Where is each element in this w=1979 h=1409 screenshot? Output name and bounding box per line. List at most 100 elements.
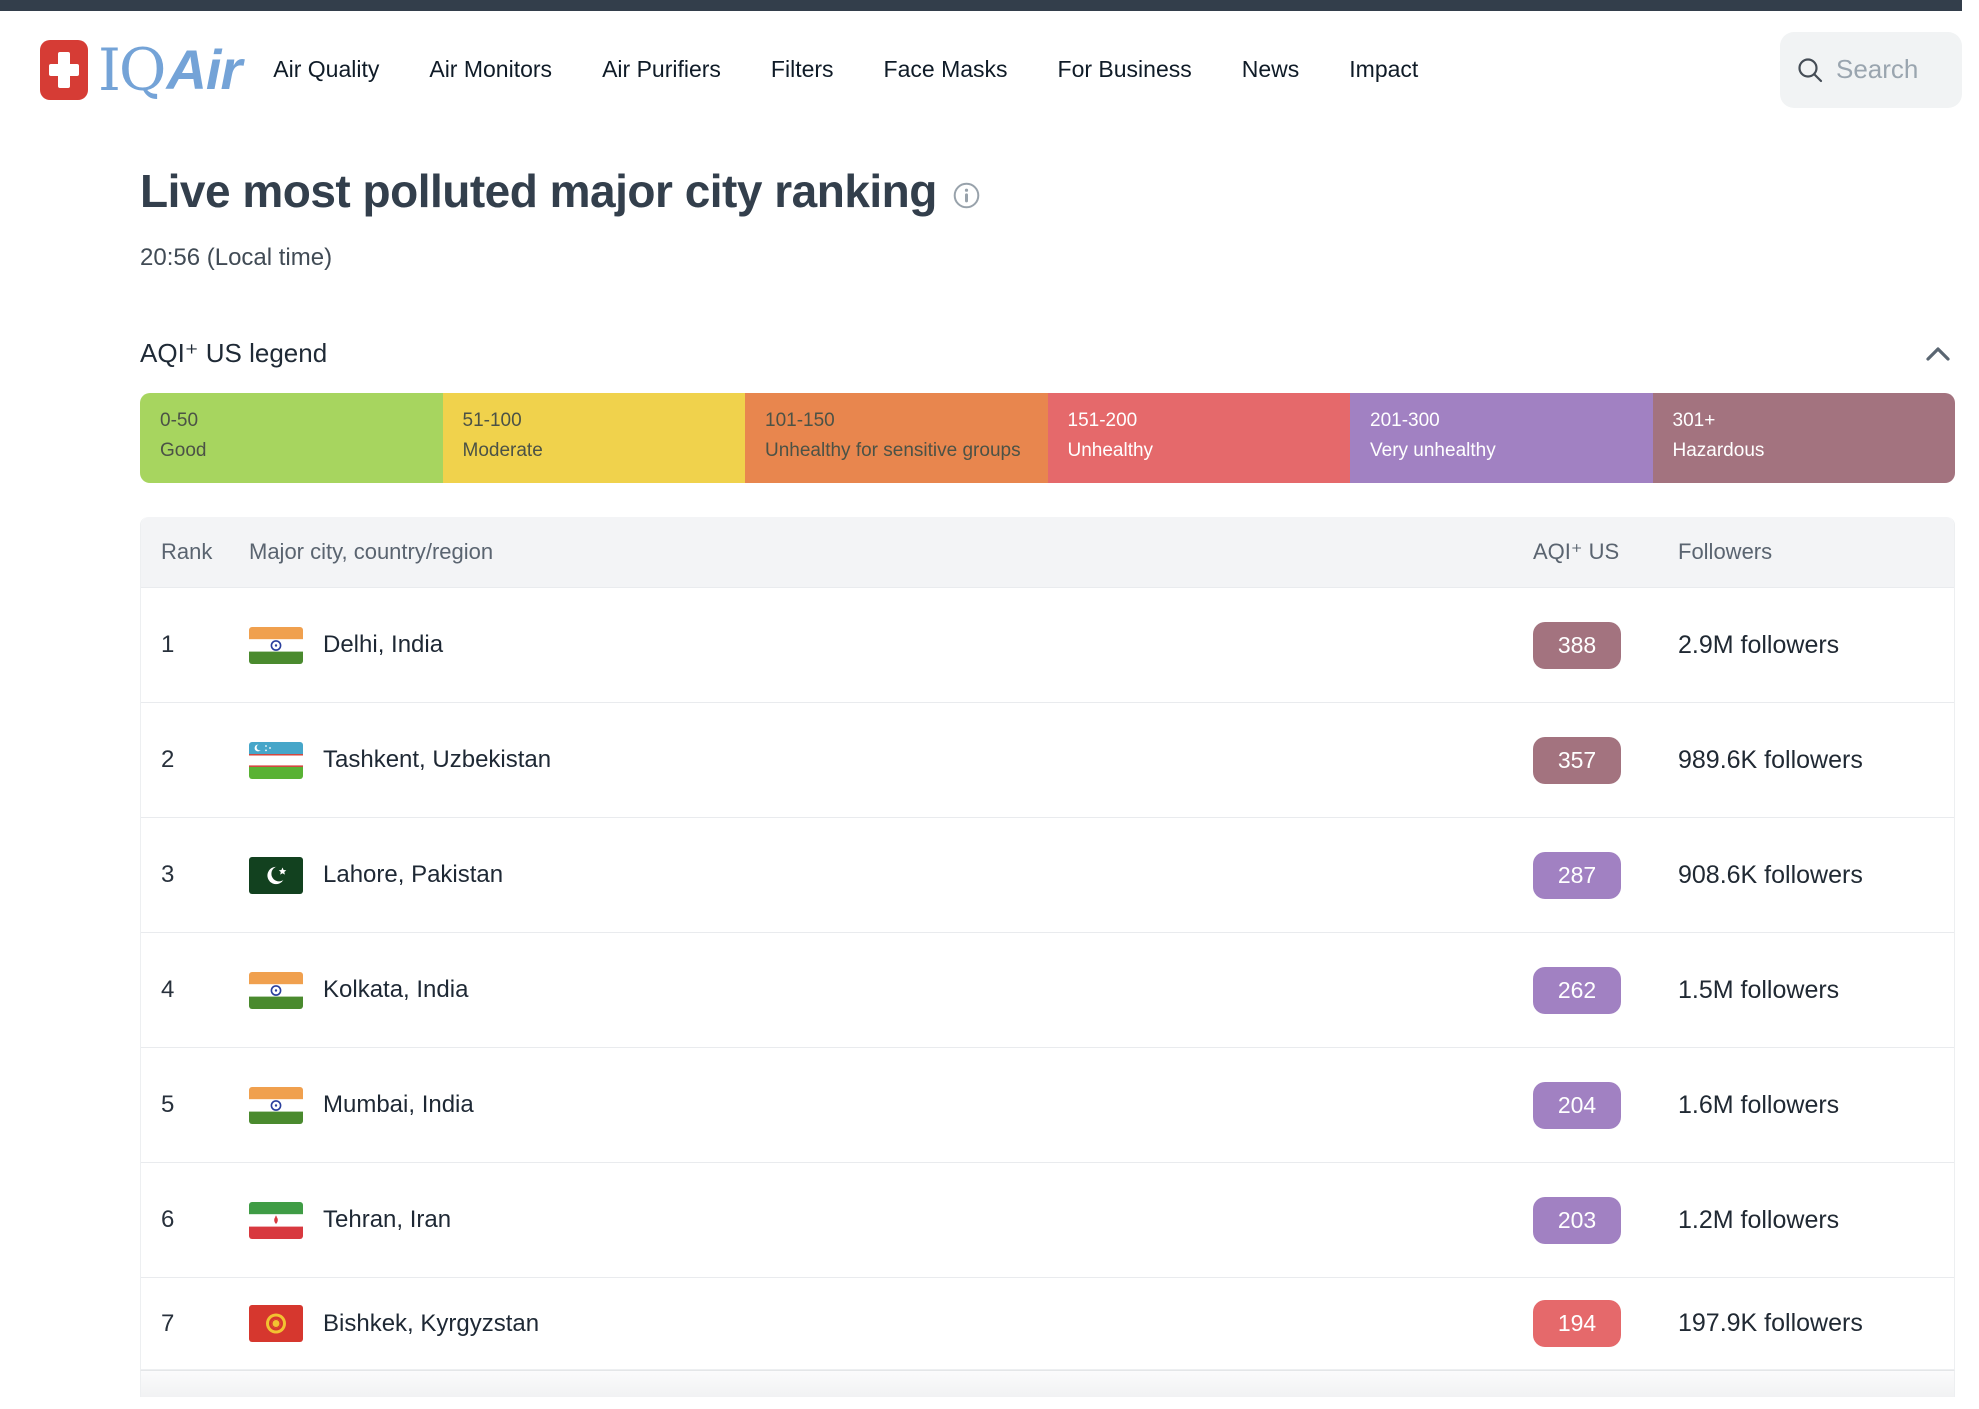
rank-cell: 7 (161, 1310, 249, 1338)
city-cell[interactable]: Mumbai, India (249, 1087, 1533, 1124)
table-row[interactable]: 3 Lahore, Pakistan 287 908.6K followers (141, 817, 1954, 932)
chevron-up-icon[interactable] (1921, 341, 1955, 367)
table-row[interactable]: 2 Tashkent, Uzbekistan 357 989.6K followers (141, 702, 1954, 817)
legend-range: 151-200 (1068, 407, 1351, 436)
legend-label: Very unhealthy (1370, 436, 1653, 465)
followers-cell: 2.9M followers (1678, 631, 1954, 660)
city-name: Tehran, Iran (323, 1206, 451, 1234)
rank-cell: 4 (161, 976, 249, 1004)
legend-range: 51-100 (463, 407, 746, 436)
table-row[interactable]: 4 Kolkata, India 262 1.5M followers (141, 932, 1954, 1047)
legend-label: Unhealthy for sensitive groups (765, 436, 1048, 465)
table-header-col-followers: Followers (1678, 539, 1954, 565)
legend-label: Moderate (463, 436, 746, 465)
search-input[interactable] (1836, 54, 1946, 85)
aqi-badge: 204 (1533, 1082, 1621, 1129)
table-header-col-aqi: AQI⁺ US (1533, 539, 1678, 565)
rank-cell: 5 (161, 1091, 249, 1119)
main-content: Live most polluted major city ranking 20… (140, 164, 1955, 1397)
table-row[interactable]: 6 Tehran, Iran 203 1.2M followers (141, 1162, 1954, 1277)
table-header: RankMajor city, country/regionAQI⁺ USFol… (141, 517, 1954, 587)
aqi-badge: 203 (1533, 1197, 1621, 1244)
nav-item-air-quality[interactable]: Air Quality (273, 56, 379, 83)
rank-cell: 1 (161, 631, 249, 659)
legend-range: 201-300 (1370, 407, 1653, 436)
legend-label: Unhealthy (1068, 436, 1351, 465)
legend-range: 0-50 (160, 407, 443, 436)
followers-cell: 197.9K followers (1678, 1309, 1954, 1338)
top-accent-bar (0, 0, 1962, 11)
city-cell[interactable]: Tashkent, Uzbekistan (249, 742, 1533, 779)
table-body: 1 Delhi, India 388 2.9M followers 2 Tashkent,… (141, 587, 1954, 1369)
legend-segment-301+: 301+Hazardous (1653, 393, 1956, 483)
table-footer-strip (140, 1370, 1955, 1397)
city-name: Bishkek, Kyrgyzstan (323, 1310, 539, 1338)
aqi-badge: 287 (1533, 852, 1621, 899)
rank-cell: 6 (161, 1206, 249, 1234)
nav-item-impact[interactable]: Impact (1349, 56, 1418, 83)
search-icon (1796, 56, 1824, 84)
flag-in-icon (249, 972, 303, 1009)
city-cell[interactable]: Lahore, Pakistan (249, 857, 1533, 894)
nav-item-for-business[interactable]: For Business (1058, 56, 1192, 83)
nav-item-face-masks[interactable]: Face Masks (884, 56, 1008, 83)
page: IQ Air Air Quality Air Monitors Air Purifi… (0, 0, 1962, 1409)
table-row[interactable]: 1 Delhi, India 388 2.9M followers (141, 587, 1954, 702)
city-name: Kolkata, India (323, 976, 468, 1004)
legend-segment-51-100: 51-100Moderate (443, 393, 746, 483)
site-header: IQ Air Air Quality Air Monitors Air Purifi… (0, 11, 1962, 128)
local-time: 20:56 (Local time) (140, 244, 1955, 272)
table-header-col-rank: Rank (161, 539, 249, 565)
aqi-badge: 194 (1533, 1300, 1621, 1347)
info-icon[interactable] (953, 182, 980, 209)
legend-range: 301+ (1673, 407, 1956, 436)
nav-item-air-purifiers[interactable]: Air Purifiers (602, 56, 721, 83)
table-header-col-city: Major city, country/region (249, 539, 1533, 565)
legend-label: Good (160, 436, 443, 465)
city-cell[interactable]: Bishkek, Kyrgyzstan (249, 1305, 1533, 1342)
logo-text-air: Air (166, 37, 241, 102)
city-name: Lahore, Pakistan (323, 861, 503, 889)
iqair-logo[interactable]: IQ Air (40, 36, 241, 104)
table-row[interactable]: 5 Mumbai, India 204 1.6M followers (141, 1047, 1954, 1162)
followers-cell: 989.6K followers (1678, 746, 1954, 775)
legend-label: Hazardous (1673, 436, 1956, 465)
city-name: Tashkent, Uzbekistan (323, 746, 551, 774)
city-name: Delhi, India (323, 631, 443, 659)
rank-cell: 2 (161, 746, 249, 774)
aqi-legend-bar: 0-50Good51-100Moderate101-150Unhealthy f… (140, 393, 1955, 483)
aqi-badge: 262 (1533, 967, 1621, 1014)
main-nav: Air Quality Air Monitors Air Purifiers Filt… (273, 56, 1418, 83)
aqi-badge: 357 (1533, 737, 1621, 784)
swiss-cross-icon (40, 40, 88, 100)
search-box[interactable] (1780, 32, 1962, 108)
legend-title: AQI⁺ US legend (140, 338, 327, 369)
legend-range: 101-150 (765, 407, 1048, 436)
followers-cell: 1.2M followers (1678, 1206, 1954, 1235)
legend-segment-0-50: 0-50Good (140, 393, 443, 483)
followers-cell: 1.6M followers (1678, 1091, 1954, 1120)
page-title: Live most polluted major city ranking (140, 164, 937, 218)
city-name: Mumbai, India (323, 1091, 474, 1119)
ranking-table: RankMajor city, country/regionAQI⁺ USFol… (140, 517, 1955, 1370)
flag-in-icon (249, 1087, 303, 1124)
nav-item-air-monitors[interactable]: Air Monitors (429, 56, 552, 83)
aqi-badge: 388 (1533, 622, 1621, 669)
followers-cell: 1.5M followers (1678, 976, 1954, 1005)
flag-ir-icon (249, 1202, 303, 1239)
city-cell[interactable]: Delhi, India (249, 627, 1533, 664)
legend-segment-201-300: 201-300Very unhealthy (1350, 393, 1653, 483)
legend-segment-151-200: 151-200Unhealthy (1048, 393, 1351, 483)
city-cell[interactable]: Tehran, Iran (249, 1202, 1533, 1239)
followers-cell: 908.6K followers (1678, 861, 1954, 890)
nav-item-news[interactable]: News (1242, 56, 1300, 83)
rank-cell: 3 (161, 861, 249, 889)
city-cell[interactable]: Kolkata, India (249, 972, 1533, 1009)
logo-text-iq: IQ (98, 36, 164, 104)
nav-item-filters[interactable]: Filters (771, 56, 834, 83)
legend-segment-101-150: 101-150Unhealthy for sensitive groups (745, 393, 1048, 483)
flag-uz-icon (249, 742, 303, 779)
table-row[interactable]: 7 Bishkek, Kyrgyzstan 194 197.9K followers (141, 1277, 1954, 1369)
flag-kg-icon (249, 1305, 303, 1342)
flag-pk-icon (249, 857, 303, 894)
